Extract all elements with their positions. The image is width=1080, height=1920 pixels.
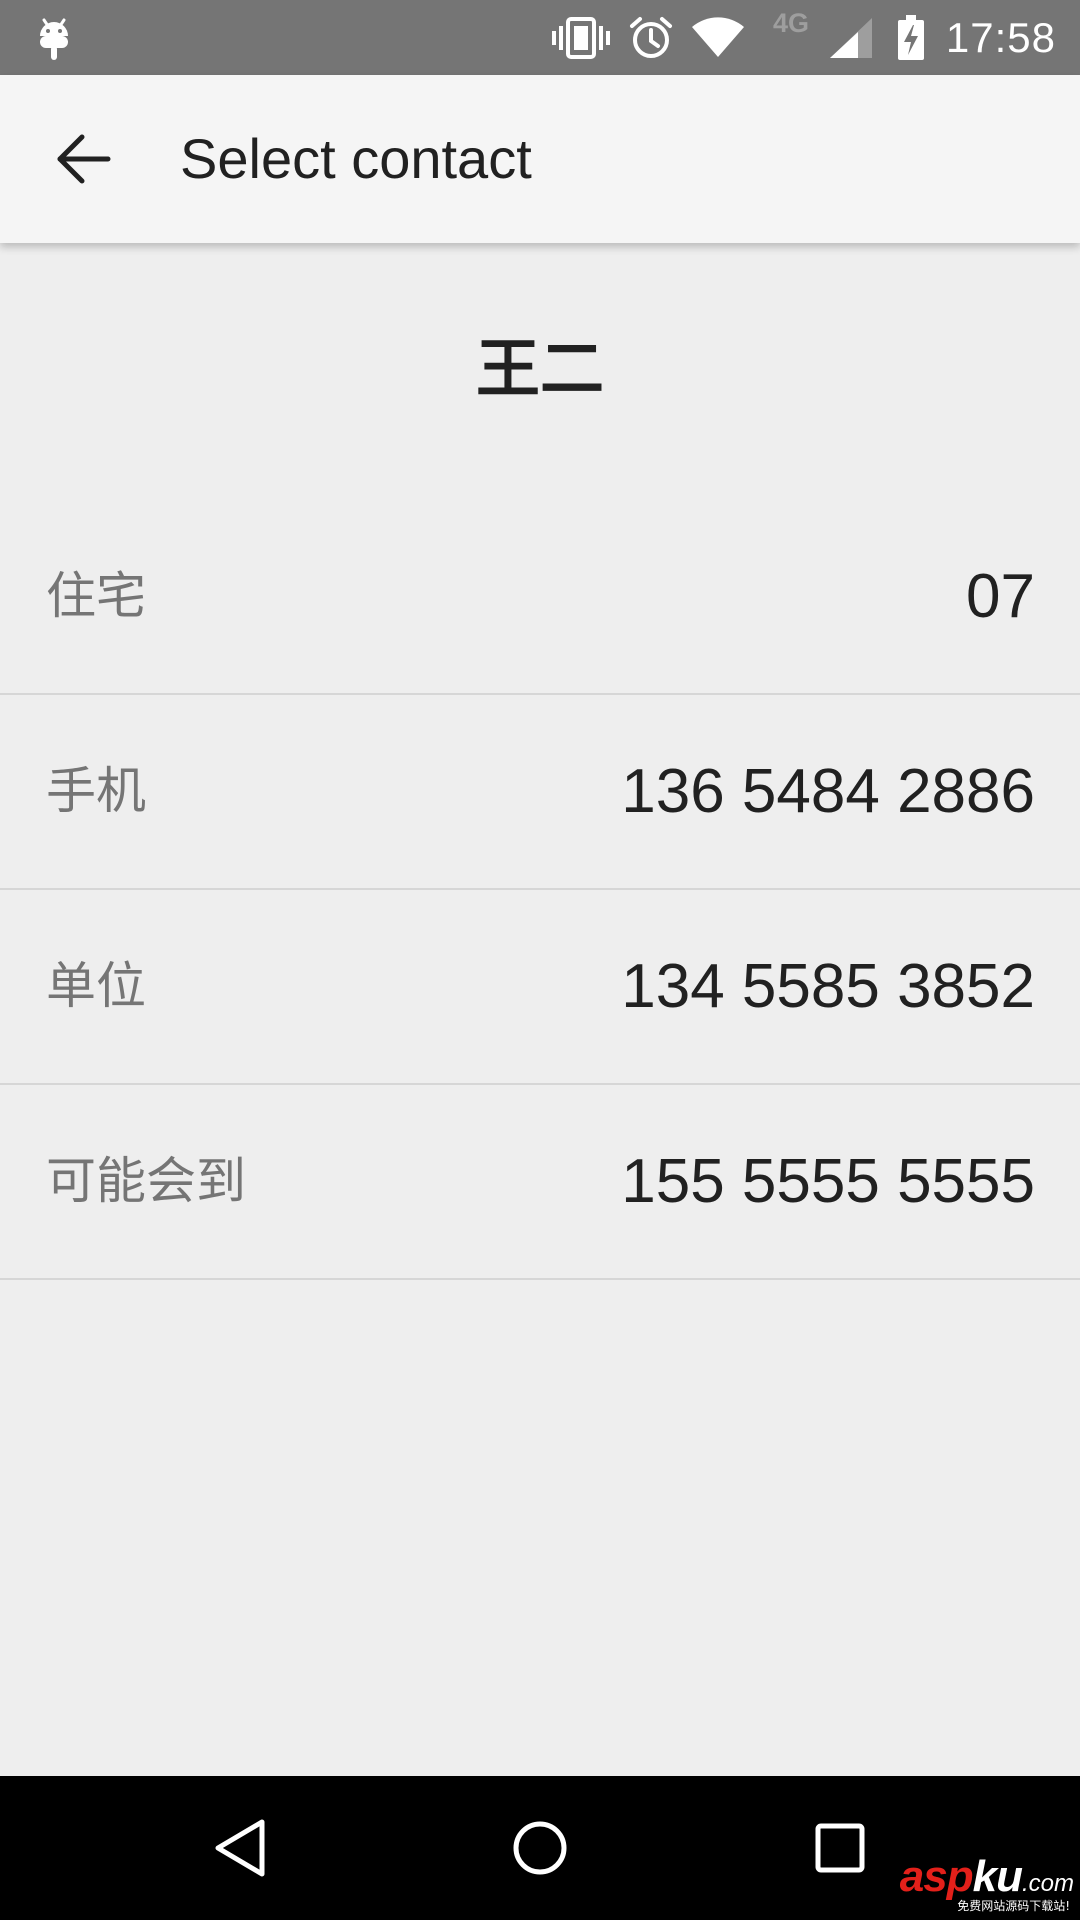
watermark: aspku.com 免费网站源码下载站!: [884, 1852, 1074, 1914]
cell-signal-icon: [826, 0, 876, 75]
app-bar: Select contact: [0, 75, 1080, 243]
phone-number: 07: [966, 562, 1035, 631]
back-button[interactable]: [34, 109, 134, 209]
phone-row-custom[interactable]: 可能会到 155 5555 5555: [0, 1085, 1080, 1280]
phone-type-label: 单位: [46, 957, 146, 1015]
contact-name: 王二: [476, 333, 604, 407]
phone-type-label: 可能会到: [46, 1152, 246, 1210]
page-title: Select contact: [180, 127, 532, 190]
nav-home-button[interactable]: [490, 1798, 590, 1898]
status-bar: 4G 17:58: [0, 0, 1080, 75]
home-circle-icon: [513, 1821, 567, 1875]
phone-number: 134 5585 3852: [621, 952, 1035, 1021]
wifi-icon: [688, 0, 748, 75]
recents-square-icon: [815, 1823, 865, 1873]
phone-row-mobile[interactable]: 手机 136 5484 2886: [0, 695, 1080, 890]
watermark-tagline: 免费网站源码下载站!: [957, 1899, 1070, 1913]
arrow-back-icon: [57, 134, 111, 184]
watermark-logo: aspku.com: [899, 1852, 1074, 1901]
android-debug-icon: [28, 0, 80, 75]
status-time: 17:58: [945, 14, 1056, 61]
alarm-icon: [626, 0, 676, 75]
phone-row-home[interactable]: 住宅 07: [0, 500, 1080, 695]
nav-recents-button[interactable]: [790, 1798, 890, 1898]
phone-list: 住宅 07 手机 136 5484 2886 单位 134 5585 3852 …: [0, 500, 1080, 1280]
battery-charging-icon: [892, 0, 930, 75]
phone-type-label: 手机: [46, 762, 146, 820]
phone-type-label: 住宅: [46, 567, 146, 625]
back-triangle-icon: [215, 1819, 265, 1877]
nav-back-button[interactable]: [190, 1798, 290, 1898]
vibrate-icon: [550, 0, 612, 75]
phone-number: 136 5484 2886: [621, 757, 1035, 826]
phone-number: 155 5555 5555: [621, 1147, 1035, 1216]
network-type-label: 4G: [772, 8, 810, 38]
navigation-bar: aspku.com 免费网站源码下载站!: [0, 1776, 1080, 1920]
phone-row-work[interactable]: 单位 134 5585 3852: [0, 890, 1080, 1085]
